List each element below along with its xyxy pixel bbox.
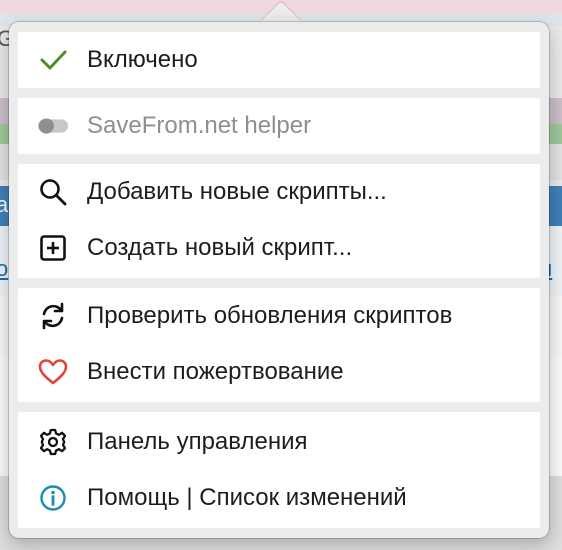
donate-label: Внести пожертвование [87, 358, 344, 385]
dashboard-item[interactable]: Панель управления [18, 414, 540, 470]
heart-icon [37, 356, 69, 388]
donate-item[interactable]: Внести пожертвование [18, 344, 540, 400]
script-name-label: SaveFrom.net helper [87, 112, 312, 139]
info-icon [37, 482, 69, 514]
plus-square-icon [37, 232, 69, 264]
script-item-savefrom[interactable]: SaveFrom.net helper [18, 98, 540, 154]
menu-section-scripts: SaveFrom.net helper [18, 98, 540, 154]
enabled-toggle-item[interactable]: Включено [18, 32, 540, 88]
gear-icon [37, 426, 69, 458]
menu-section-settings: Панель управления Помощь | Список измене… [18, 412, 540, 528]
help-label: Помощь | Список изменений [87, 484, 407, 511]
check-updates-label: Проверить обновления скриптов [87, 302, 453, 329]
menu-section-maintenance: Проверить обновления скриптов Внести пож… [18, 288, 540, 402]
add-scripts-item[interactable]: Добавить новые скрипты... [18, 164, 540, 220]
create-script-item[interactable]: Создать новый скрипт... [18, 220, 540, 276]
help-item[interactable]: Помощь | Список изменений [18, 470, 540, 526]
refresh-icon [37, 300, 69, 332]
checkmark-icon [37, 44, 69, 76]
extension-menu-popup: Включено SaveFrom.net helper Добавить но… [9, 22, 549, 538]
dashboard-label: Панель управления [87, 428, 308, 455]
create-script-label: Создать новый скрипт... [87, 234, 353, 261]
add-scripts-label: Добавить новые скрипты... [87, 178, 387, 205]
enabled-label: Включено [87, 46, 198, 73]
menu-section-status: Включено [18, 32, 540, 88]
background-text: o [0, 256, 9, 281]
menu-section-create: Добавить новые скрипты... Создать новый … [18, 164, 540, 278]
background-text: a [0, 192, 9, 217]
check-updates-item[interactable]: Проверить обновления скриптов [18, 288, 540, 344]
toggle-off-icon[interactable] [37, 110, 69, 142]
search-icon [37, 176, 69, 208]
